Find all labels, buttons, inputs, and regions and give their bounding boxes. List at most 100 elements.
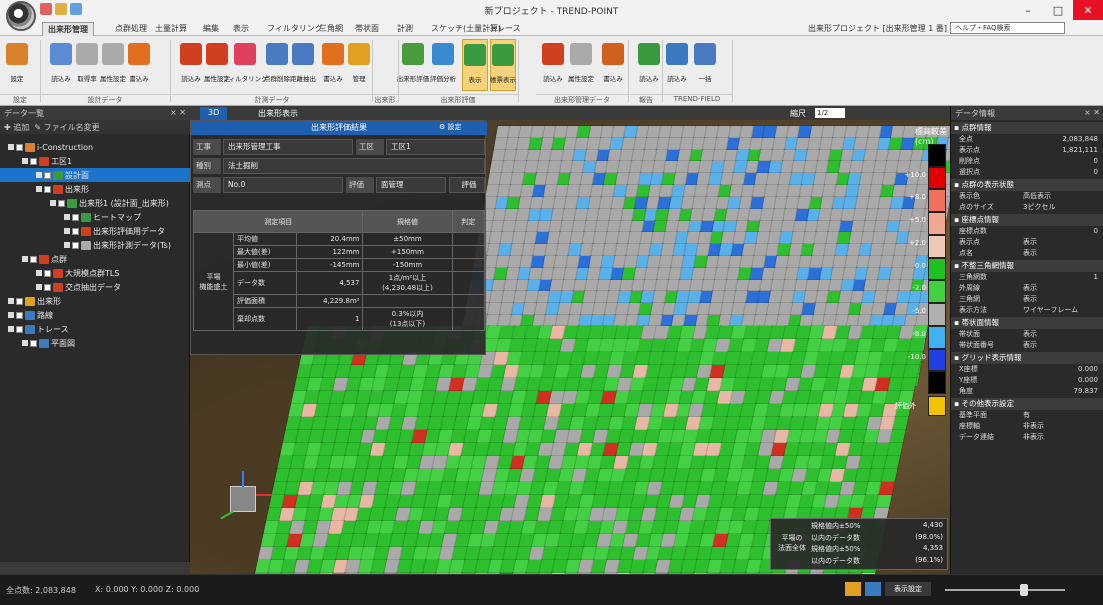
expand-icon[interactable] [36, 270, 42, 276]
ribbon-button-4[interactable]: 書込み [126, 39, 152, 91]
right-panel-close-icon[interactable]: × ✕ [1084, 108, 1100, 117]
property-row[interactable]: 帯状面番号 表示 [951, 340, 1103, 351]
property-row[interactable]: 外周線 表示 [951, 283, 1103, 294]
property-row[interactable]: 座標点数 0 [951, 226, 1103, 237]
scale-input[interactable]: 1/2 [815, 108, 845, 118]
result-settings-button[interactable]: ⚙ 設定 [439, 122, 479, 134]
property-row[interactable]: 点名 表示 [951, 248, 1103, 259]
tree-item[interactable]: 出来形計測データ(Ts) [0, 238, 190, 252]
ribbon-button-11[interactable]: 管理 [346, 39, 372, 91]
zoom-slider-track[interactable] [945, 589, 1065, 591]
expand-icon[interactable] [36, 172, 42, 178]
ribbon-button-17[interactable]: 属性設定 [568, 39, 594, 91]
ribbon-button-0[interactable]: 設定 [4, 39, 30, 91]
tab-7[interactable]: 帯状面 [350, 22, 384, 36]
property-section[interactable]: ▪ 帯状面情報 [951, 317, 1103, 329]
checkbox[interactable] [72, 241, 79, 249]
type-select[interactable]: 法土掘削 [223, 158, 485, 174]
ribbon-button-13[interactable]: 評価分析 [430, 39, 456, 91]
add-data-button[interactable]: ✚ 追加 [4, 123, 29, 132]
checkbox[interactable] [16, 143, 23, 151]
axis-gizmo-icon[interactable] [230, 486, 256, 512]
checkbox[interactable] [72, 213, 79, 221]
checkbox[interactable] [30, 157, 37, 165]
close-button[interactable]: ✕ [1073, 0, 1103, 20]
checkbox[interactable] [44, 171, 51, 179]
property-row[interactable]: 削除点 0 [951, 156, 1103, 167]
zoom-slider-knob[interactable] [1020, 584, 1028, 596]
tree-item[interactable]: 点群 [0, 252, 190, 266]
checkbox[interactable] [58, 199, 65, 207]
ribbon-button-2[interactable]: 取得率 [74, 39, 100, 91]
property-row[interactable]: 帯状面 表示 [951, 329, 1103, 340]
property-row[interactable]: データ連結 非表示 [951, 432, 1103, 443]
checkbox[interactable] [72, 227, 79, 235]
app-logo[interactable] [6, 1, 36, 31]
expand-icon[interactable] [50, 200, 56, 206]
tree-item[interactable]: 工区1 [0, 154, 190, 168]
expand-icon[interactable] [22, 340, 28, 346]
ribbon-button-9[interactable]: 距離抽出 [290, 39, 316, 91]
minimize-button[interactable]: – [1013, 0, 1043, 20]
checkbox[interactable] [16, 297, 23, 305]
checkbox[interactable] [16, 311, 23, 319]
ribbon-button-21[interactable]: 一括 [692, 39, 718, 91]
checkbox[interactable] [44, 185, 51, 193]
3d-viewport[interactable]: 3D 出来形表示 縮尺 1/2 出来形評価結果 ⚙ 設定 工事 出来形管理工事 … [190, 106, 950, 574]
property-section[interactable]: ▪ 点群の表示状態 [951, 179, 1103, 191]
tab-finish-display[interactable]: 出来形表示 [250, 107, 306, 120]
property-row[interactable]: 表示方法 ワイヤーフレーム [951, 305, 1103, 316]
ribbon-button-3[interactable]: 属性設定 [100, 39, 126, 91]
panel-close-icon[interactable]: × ✕ [170, 108, 186, 117]
checkbox[interactable] [44, 269, 51, 277]
tab-4[interactable]: 表示 [228, 22, 254, 36]
tree-item[interactable]: i-Construction [0, 140, 190, 154]
expand-icon[interactable] [36, 186, 42, 192]
property-row[interactable]: 点のサイズ 3ピクセル [951, 202, 1103, 213]
property-row[interactable]: 座標軸 非表示 [951, 421, 1103, 432]
ribbon-button-8[interactable]: 点群削除 [264, 39, 290, 91]
ribbon-button-19[interactable]: 読込み [636, 39, 662, 91]
tree-item[interactable]: 大規模点群TLS [0, 266, 190, 280]
property-row[interactable]: 表示色 高低表示 [951, 191, 1103, 202]
expand-icon[interactable] [8, 298, 14, 304]
rename-button[interactable]: ✎ ファイル名変更 [34, 123, 99, 132]
property-row[interactable]: X座標 0.000 [951, 364, 1103, 375]
ribbon-button-12[interactable]: 出来形評価 [397, 39, 429, 91]
tree-item[interactable]: トレース [0, 322, 190, 336]
expand-icon[interactable] [64, 242, 70, 248]
tab-2[interactable]: 土量計算 [150, 22, 192, 36]
checkbox[interactable] [16, 325, 23, 333]
tab-3[interactable]: 編集 [198, 22, 224, 36]
expand-icon[interactable] [8, 312, 14, 318]
expand-icon[interactable] [8, 326, 14, 332]
tree-item[interactable]: 設計面 [0, 168, 190, 182]
property-row[interactable]: 表示点 表示 [951, 237, 1103, 248]
checkbox[interactable] [30, 255, 37, 263]
expand-icon[interactable] [64, 214, 70, 220]
expand-icon[interactable] [22, 256, 28, 262]
tree-item[interactable]: 出来形評価用データ [0, 224, 190, 238]
ribbon-button-18[interactable]: 書込み [600, 39, 626, 91]
property-row[interactable]: Y座標 0.000 [951, 375, 1103, 386]
tab-6[interactable]: 三角網 [314, 22, 348, 36]
ribbon-button-20[interactable]: 読込み [664, 39, 690, 91]
maximize-button[interactable]: □ [1043, 0, 1073, 20]
ribbon-button-6[interactable]: 属性設定 [204, 39, 230, 91]
tree-item[interactable]: ヒートマップ [0, 210, 190, 224]
ribbon-button-14[interactable]: 表示 [462, 39, 488, 91]
ribbon-button-7[interactable]: フィルタリング [222, 39, 268, 91]
property-section[interactable]: ▪ その他表示設定 [951, 398, 1103, 410]
checkbox[interactable] [44, 283, 51, 291]
tab-1[interactable]: 点群処理 [110, 22, 152, 36]
expand-icon[interactable] [8, 144, 14, 150]
tab-10[interactable]: トレース [484, 22, 526, 36]
tree-item[interactable]: 出来形 [0, 182, 190, 196]
tab-3d[interactable]: 3D [200, 107, 228, 120]
horizontal-scrollbar[interactable] [0, 562, 190, 574]
tab-0[interactable]: 出来形管理 [42, 22, 94, 36]
property-section[interactable]: ▪ グリッド表示情報 [951, 352, 1103, 364]
display-setting-button[interactable]: 表示設定 [885, 582, 931, 596]
property-row[interactable]: 三角網 表示 [951, 294, 1103, 305]
tree-item[interactable]: 路線 [0, 308, 190, 322]
